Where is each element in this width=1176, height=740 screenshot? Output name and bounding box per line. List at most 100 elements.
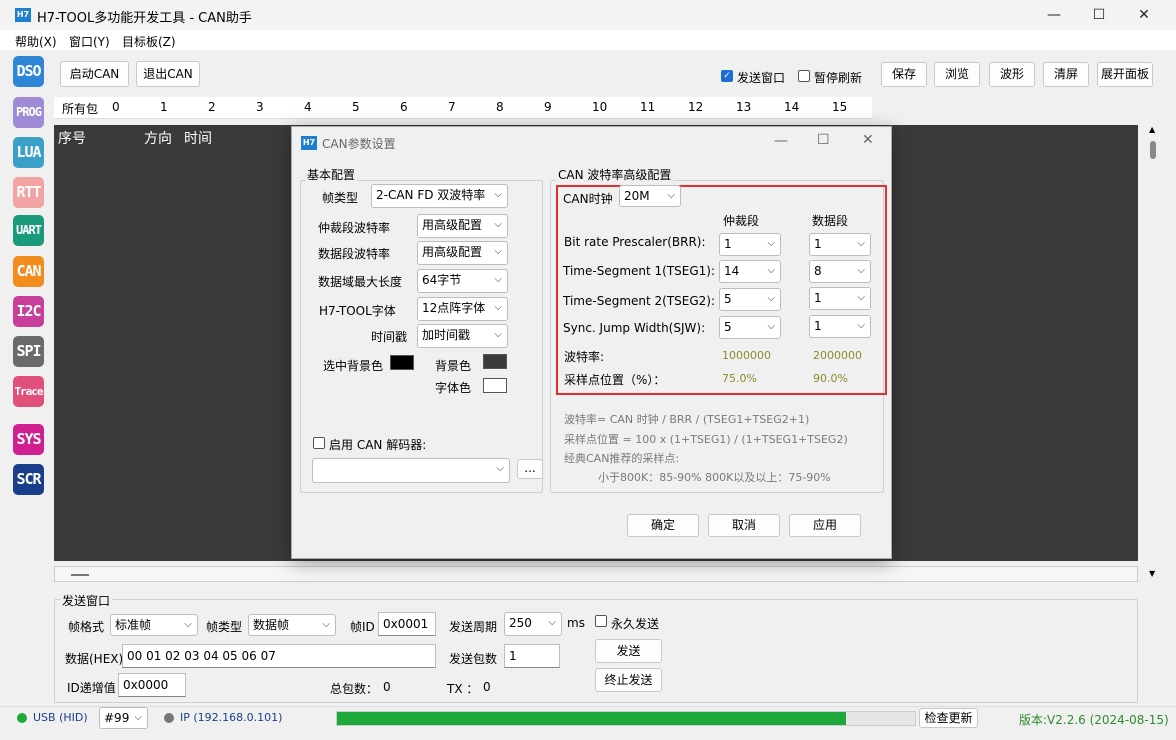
period-select[interactable]: 250 ⌵	[504, 612, 562, 636]
send-count-input[interactable]: 1	[504, 644, 560, 668]
sidebar-sys-button[interactable]: SYS	[13, 424, 44, 455]
tab-channel-8[interactable]: 8	[496, 100, 504, 114]
scroll-up-icon[interactable]: ▲	[1149, 125, 1155, 134]
tab-channel-3[interactable]: 3	[256, 100, 264, 114]
sidebar-rtt-button[interactable]: RTT	[13, 177, 44, 208]
decoder-label: 启用 CAN 解码器:	[329, 438, 427, 452]
expand-panel-button[interactable]: 展开面板	[1097, 62, 1153, 87]
dialog-icon: H7	[301, 136, 317, 150]
check-update-button[interactable]: 检查更新	[919, 708, 978, 728]
data-hex-input[interactable]: 00 01 02 03 04 05 06 07	[122, 644, 436, 668]
sidebar-prog-button[interactable]: PROG	[13, 97, 44, 128]
send-frame-type-label: 帧类型	[206, 620, 243, 634]
device-select[interactable]: #99 ⌵	[99, 707, 148, 729]
frame-id-input[interactable]: 0x0001	[378, 612, 436, 636]
send-frame-type-select[interactable]: 数据帧 ⌵	[248, 614, 336, 636]
horizontal-scrollbar[interactable]	[54, 566, 1138, 582]
data-rate-select[interactable]: 用高级配置 ⌵	[417, 241, 508, 265]
column-direction[interactable]: 方向	[144, 128, 172, 148]
tab-channel-4[interactable]: 4	[304, 100, 312, 114]
sidebar-trace-button[interactable]: Trace	[13, 376, 44, 407]
hscroll-thumb[interactable]	[71, 574, 89, 576]
menu-help[interactable]: 帮助(X)	[15, 33, 57, 50]
vertical-scrollbar[interactable]: ▲ ▼	[1146, 125, 1160, 581]
tab-channel-12[interactable]: 12	[688, 100, 703, 114]
tseg1-data-select[interactable]: 8 ⌵	[809, 260, 871, 283]
tab-channel-10[interactable]: 10	[592, 100, 607, 114]
can-clock-select[interactable]: 20M ⌵	[619, 185, 681, 207]
save-button[interactable]: 保存	[881, 62, 927, 87]
sidebar-lua-button[interactable]: LUA	[13, 137, 44, 168]
sidebar-dso-button[interactable]: DSO	[13, 56, 44, 87]
brr-data-select[interactable]: 1 ⌵	[809, 233, 871, 256]
max-len-select[interactable]: 64字节 ⌵	[417, 269, 508, 293]
apply-button[interactable]: 应用	[789, 514, 861, 537]
stop-send-button[interactable]: 终止发送	[595, 668, 662, 692]
menu-target[interactable]: 目标板(Z)	[122, 33, 176, 50]
maximize-icon[interactable]: ☐	[1076, 4, 1122, 26]
chevron-down-icon: ⌵	[494, 246, 502, 257]
tab-channel-13[interactable]: 13	[736, 100, 751, 114]
sidebar-scr-button[interactable]: SCR	[13, 464, 44, 495]
ok-button[interactable]: 确定	[627, 514, 699, 537]
tab-channel-7[interactable]: 7	[448, 100, 456, 114]
menu-window[interactable]: 窗口(Y)	[69, 33, 110, 50]
dialog-close-icon[interactable]: ✕	[862, 132, 874, 148]
dialog-maximize-icon[interactable]: ☐	[817, 132, 830, 148]
sidebar-i2c-button[interactable]: I2C	[13, 296, 44, 327]
minimize-icon[interactable]: —	[1031, 4, 1077, 26]
tseg2-arb-select[interactable]: 5 ⌵	[719, 288, 781, 311]
wave-button[interactable]: 波形	[989, 62, 1035, 87]
arb-rate-select[interactable]: 用高级配置 ⌵	[417, 214, 508, 238]
tab-channel-0[interactable]: 0	[112, 100, 120, 114]
sel-bg-swatch[interactable]	[390, 355, 414, 370]
status-bar: USB (HID) #99 ⌵ IP (192.168.0.101) 检查更新 版…	[0, 706, 1176, 730]
browse-button[interactable]: 浏览	[934, 62, 980, 87]
fg-swatch[interactable]	[483, 378, 507, 393]
forever-checkbox[interactable]	[595, 615, 607, 627]
dialog-minimize-icon[interactable]: —	[774, 133, 788, 149]
tab-channel-6[interactable]: 6	[400, 100, 408, 114]
font-select[interactable]: 12点阵字体 ⌵	[417, 297, 508, 321]
tab-channel-11[interactable]: 11	[640, 100, 655, 114]
sidebar-can-button[interactable]: CAN	[13, 256, 44, 287]
note-sample-formula: 采样点位置 = 100 x (1+TSEG1) / (1+TSEG1+TSEG2…	[564, 433, 848, 446]
chevron-down-icon: ⌵	[496, 463, 504, 474]
pause-refresh-checkbox[interactable]	[798, 70, 810, 82]
column-time[interactable]: 时间	[184, 128, 212, 148]
sjw-arb-select[interactable]: 5 ⌵	[719, 316, 781, 339]
tab-channel-9[interactable]: 9	[544, 100, 552, 114]
clear-button[interactable]: 清屏	[1043, 62, 1089, 87]
tab-channel-1[interactable]: 1	[160, 100, 168, 114]
id-inc-input[interactable]: 0x0000	[118, 673, 186, 697]
close-icon[interactable]: ✕	[1121, 4, 1167, 26]
chevron-down-icon: ⌵	[857, 265, 865, 276]
timestamp-select[interactable]: 加时间戳 ⌵	[417, 324, 508, 348]
brr-arb-select[interactable]: 1 ⌵	[719, 233, 781, 256]
start-can-button[interactable]: 启动CAN	[60, 61, 129, 87]
sidebar-uart-button[interactable]: UART	[13, 215, 44, 246]
send-button[interactable]: 发送	[595, 639, 662, 663]
decoder-checkbox[interactable]	[313, 437, 325, 449]
tseg1-arb-select[interactable]: 14 ⌵	[719, 260, 781, 283]
cancel-button[interactable]: 取消	[708, 514, 780, 537]
sidebar-spi-button[interactable]: SPI	[13, 336, 44, 367]
sjw-data-select[interactable]: 1 ⌵	[809, 315, 871, 338]
decoder-browse-button[interactable]: ...	[517, 459, 543, 479]
tab-channel-15[interactable]: 15	[832, 100, 847, 114]
tseg2-data-select[interactable]: 1 ⌵	[809, 287, 871, 310]
send-window-checkbox[interactable]: ✓	[721, 70, 733, 82]
scroll-down-icon[interactable]: ▼	[1149, 569, 1155, 578]
tab-channel-14[interactable]: 14	[784, 100, 799, 114]
tab-all-packets[interactable]: 所有包	[62, 100, 98, 117]
exit-can-button[interactable]: 退出CAN	[136, 61, 200, 87]
tab-channel-5[interactable]: 5	[352, 100, 360, 114]
column-seq[interactable]: 序号	[58, 128, 86, 148]
tab-channel-2[interactable]: 2	[208, 100, 216, 114]
frame-format-select[interactable]: 标准帧 ⌵	[110, 614, 198, 636]
bg-swatch[interactable]	[483, 354, 507, 369]
decoder-select[interactable]: ⌵	[312, 458, 510, 483]
scroll-thumb[interactable]	[1150, 141, 1156, 159]
chevron-down-icon: ⌵	[494, 329, 502, 340]
frame-type-select[interactable]: 2-CAN FD 双波特率 ⌵	[371, 184, 508, 208]
